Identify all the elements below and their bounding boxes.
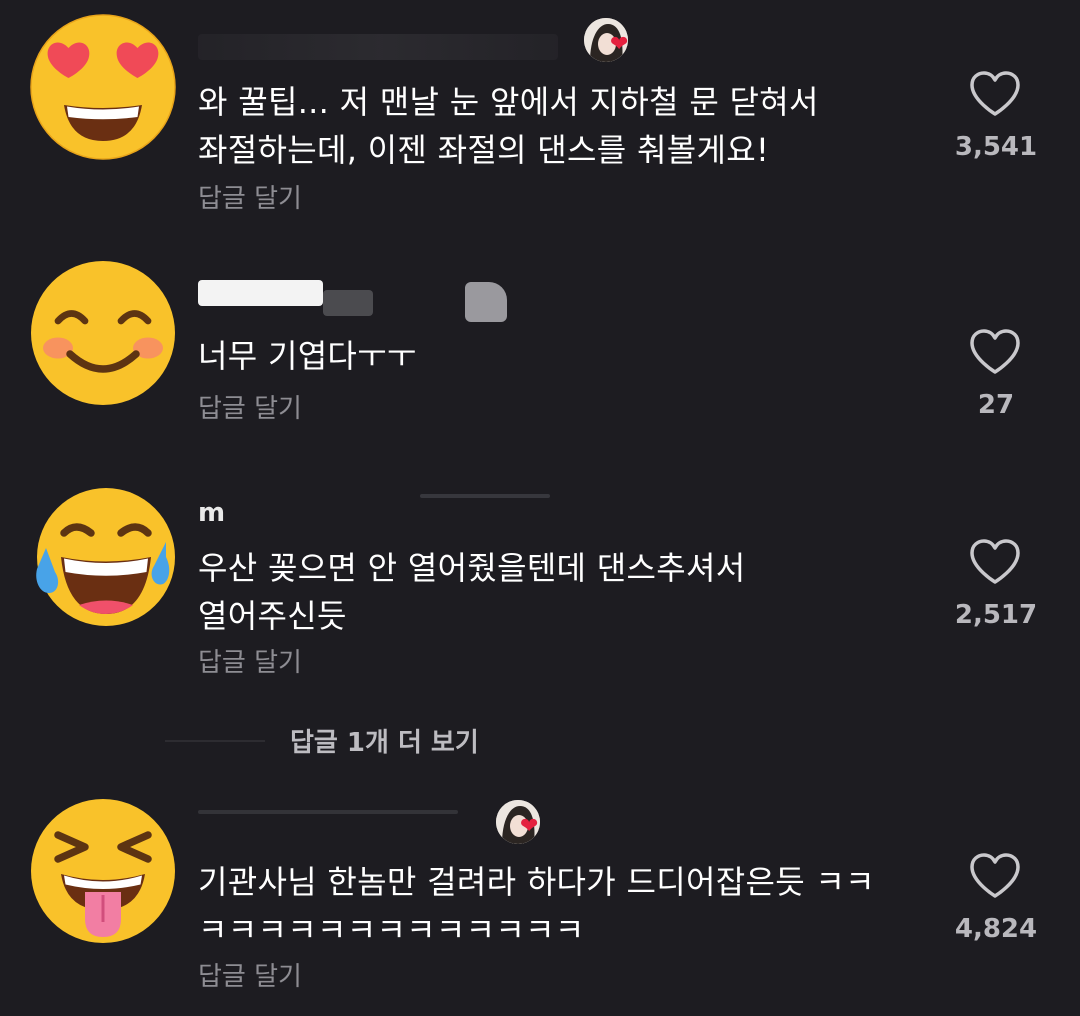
like-count: 2,517 [954,600,1038,630]
username[interactable]: m [198,498,225,528]
reply-button[interactable]: 답글 달기 [198,962,302,992]
creator-liked-heart-icon: ❤ [610,32,629,57]
like-count: 4,824 [954,914,1038,944]
view-more-replies-button[interactable]: 답글 1개 더 보기 [290,722,479,759]
like-heart-icon[interactable] [968,852,1022,900]
creator-liked-heart-icon: ❤ [520,814,539,839]
tears-of-joy-emoji-icon[interactable] [28,482,178,632]
comment-text: 너무 기엽다ㅜㅜ [198,337,417,375]
like-heart-icon[interactable] [968,70,1022,118]
creator-avatar-redacted [465,282,507,322]
comment-text: 우산 꽂으면 안 열어줬을텐데 댄스추셔서 열어주신듯 [198,549,746,635]
reply-button[interactable]: 답글 달기 [198,394,302,424]
username-redacted [198,34,558,60]
divider [165,740,265,742]
comment-text: 와 꿀팁... 저 맨날 눈 앞에서 지하철 문 닫혀서 좌절하는데, 이젠 좌… [198,83,819,169]
like-heart-icon[interactable] [968,538,1022,586]
squinting-tongue-emoji-icon[interactable] [28,796,178,946]
username-redacted [198,810,458,814]
smiling-blush-emoji-icon[interactable] [28,258,178,408]
username-redacted [420,494,550,498]
heart-eyes-emoji-icon[interactable] [28,12,178,162]
like-heart-icon[interactable] [968,328,1022,376]
reply-button[interactable]: 답글 달기 [198,648,302,678]
like-count: 3,541 [954,132,1038,162]
username-redacted [198,280,323,306]
reply-button[interactable]: 답글 달기 [198,184,302,214]
username-redacted [323,290,373,316]
comment-text: 기관사님 한놈만 걸려라 하다가 드디어잡은듯 ㅋㅋ ㅋㅋㅋㅋㅋㅋㅋㅋㅋㅋㅋㅋㅋ [198,863,875,949]
like-count: 27 [977,390,1015,420]
